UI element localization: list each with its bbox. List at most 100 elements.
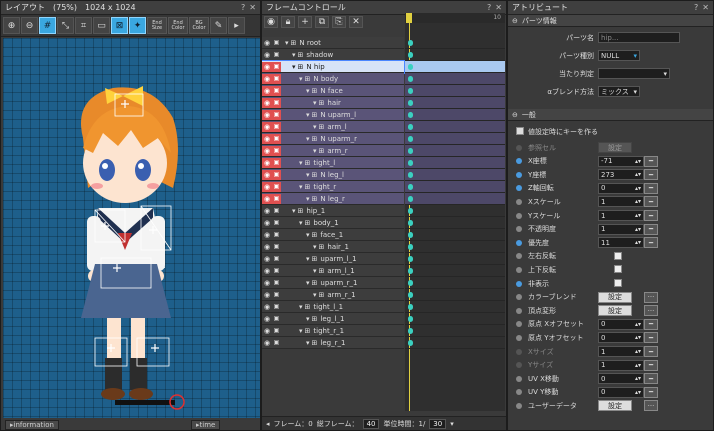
tree-row[interactable]: ◉ ▣ ▾ ⊞ arm_l bbox=[262, 121, 404, 133]
visibility-icon[interactable]: ◉ bbox=[262, 121, 272, 132]
lock-icon[interactable]: ▣ bbox=[272, 97, 281, 108]
paste-icon[interactable]: ⎘ bbox=[332, 16, 346, 28]
keyframe-row[interactable] bbox=[405, 337, 505, 349]
keyframe[interactable] bbox=[408, 256, 413, 262]
expand-icon[interactable]: ▾ bbox=[306, 111, 310, 119]
attr-spin-input[interactable]: 0 ▴▾ bbox=[598, 373, 644, 385]
keyframe[interactable] bbox=[408, 100, 413, 106]
auto-key-checkbox[interactable] bbox=[516, 127, 524, 135]
tree-row[interactable]: ◉ ▣ ▾ ⊞ leg_l_1 bbox=[262, 313, 404, 325]
key-dot-icon[interactable] bbox=[516, 239, 522, 246]
dropdown-arrow-icon[interactable]: ▾ bbox=[450, 420, 454, 428]
key-dot-icon[interactable] bbox=[516, 158, 522, 165]
keyframe[interactable] bbox=[408, 196, 413, 202]
more-button[interactable]: ··· bbox=[644, 305, 658, 317]
delete-icon[interactable]: ✕ bbox=[349, 16, 363, 28]
attr-spin-input[interactable]: 11 ▴▾ bbox=[598, 237, 644, 249]
visibility-icon[interactable]: ◉ bbox=[262, 278, 272, 288]
spinner-icon[interactable]: ▴▾ bbox=[635, 389, 641, 396]
lock-icon[interactable]: ▣ bbox=[272, 157, 281, 168]
visibility-icon[interactable]: ◉ bbox=[262, 181, 272, 192]
lock-icon[interactable]: 🔒︎ bbox=[281, 16, 295, 28]
general-section-header[interactable]: ⊖ 一般 bbox=[508, 109, 713, 121]
key-dot-icon[interactable] bbox=[516, 348, 522, 355]
expand-icon[interactable]: ▾ bbox=[313, 123, 317, 131]
more-icon[interactable]: ▸ bbox=[228, 17, 245, 34]
spinner-icon[interactable]: ▴▾ bbox=[635, 198, 641, 205]
keyframe[interactable] bbox=[408, 52, 413, 58]
lock-icon[interactable]: ▣ bbox=[272, 73, 281, 84]
expand-icon[interactable]: ▾ bbox=[299, 75, 303, 83]
expand-icon[interactable]: ▾ bbox=[292, 207, 296, 215]
curve-button[interactable]: ━ bbox=[644, 373, 658, 385]
visibility-icon[interactable]: ◉ bbox=[262, 242, 272, 252]
curve-button[interactable]: ━ bbox=[644, 386, 658, 398]
keyframe-row[interactable] bbox=[405, 265, 505, 277]
lock-icon[interactable]: ▣ bbox=[272, 193, 281, 204]
lock-icon[interactable]: ▣ bbox=[272, 133, 281, 144]
spinner-icon[interactable]: ▴▾ bbox=[635, 226, 641, 233]
tree-row[interactable]: ◉ ▣ ▾ ⊞ arm_l_1 bbox=[262, 265, 404, 277]
prev-arrow-icon[interactable]: ◂ bbox=[266, 420, 270, 428]
visibility-icon[interactable]: ◉ bbox=[262, 169, 272, 180]
attr-checkbox[interactable] bbox=[614, 251, 622, 260]
curve-button[interactable]: ━ bbox=[644, 223, 658, 235]
keyframe-row[interactable] bbox=[405, 205, 505, 217]
expand-icon[interactable]: ▾ bbox=[306, 195, 310, 203]
keyframe[interactable] bbox=[408, 40, 413, 46]
lock-icon[interactable]: ▣ bbox=[272, 85, 281, 96]
keyframe-row[interactable] bbox=[405, 229, 505, 241]
lock-icon[interactable]: ▣ bbox=[272, 61, 281, 72]
curve-button[interactable]: ━ bbox=[644, 359, 658, 371]
tree-row[interactable]: ◉ ▣ ▾ ⊞ tight_r bbox=[262, 181, 404, 193]
visibility-icon[interactable]: ◉ bbox=[262, 314, 272, 324]
layout-canvas[interactable] bbox=[3, 38, 260, 418]
more-button[interactable]: ··· bbox=[644, 291, 658, 303]
curve-button[interactable]: ━ bbox=[644, 346, 658, 357]
spinner-icon[interactable]: ▴▾ bbox=[635, 321, 641, 328]
help-icon[interactable]: ? bbox=[241, 3, 245, 12]
tree-row[interactable]: ◉ ▣ ▾ ⊞ N hip bbox=[262, 60, 405, 74]
keyframe-row[interactable] bbox=[405, 37, 505, 49]
expand-icon[interactable]: ▾ bbox=[306, 315, 310, 323]
visibility-icon[interactable]: ◉ bbox=[262, 326, 272, 336]
key-dot-icon[interactable] bbox=[516, 375, 522, 382]
bg-color-button[interactable]: BG Color bbox=[189, 17, 209, 34]
lock-icon[interactable]: ▣ bbox=[272, 121, 281, 132]
visibility-icon[interactable]: ◉ bbox=[262, 157, 272, 168]
keyframe[interactable] bbox=[408, 148, 413, 154]
visibility-icon[interactable]: ◉ bbox=[262, 230, 272, 240]
key-dot-icon[interactable] bbox=[516, 294, 522, 301]
key-dot-icon[interactable] bbox=[516, 198, 522, 205]
keyframe[interactable] bbox=[408, 160, 413, 166]
part-name-input[interactable]: hip... bbox=[598, 32, 680, 43]
lock-icon[interactable]: ▣ bbox=[272, 206, 281, 216]
key-dot-icon[interactable] bbox=[516, 402, 522, 409]
visibility-icon[interactable]: ◉ bbox=[262, 218, 272, 228]
keyframe-row[interactable] bbox=[405, 109, 505, 121]
expand-icon[interactable]: ▾ bbox=[299, 327, 303, 335]
keyframe-row[interactable] bbox=[405, 253, 505, 265]
visibility-icon[interactable]: ◉ bbox=[262, 38, 272, 48]
attr-set-button[interactable]: 設定 bbox=[598, 142, 632, 153]
visibility-icon[interactable]: ◉ bbox=[262, 290, 272, 300]
tree-row[interactable]: ◉ ▣ ▾ ⊞ N body bbox=[262, 73, 404, 85]
keyframe[interactable] bbox=[408, 124, 413, 130]
tree-row[interactable]: ◉ ▣ ▾ ⊞ arm_r bbox=[262, 145, 404, 157]
tree-row[interactable]: ◉ ▣ ▾ ⊞ N root bbox=[262, 37, 404, 49]
lock-icon[interactable]: ▣ bbox=[272, 169, 281, 180]
keyframe-row[interactable] bbox=[405, 169, 505, 181]
close-icon[interactable]: ✕ bbox=[249, 3, 256, 12]
lock-icon[interactable]: ▣ bbox=[272, 242, 281, 252]
spinner-icon[interactable]: ▴▾ bbox=[635, 185, 641, 192]
keyframe-grid[interactable] bbox=[405, 23, 505, 411]
tree-row[interactable]: ◉ ▣ ▾ ⊞ N leg_l bbox=[262, 169, 404, 181]
expand-icon[interactable]: ▾ bbox=[299, 159, 303, 167]
grid-toggle-icon[interactable]: # bbox=[39, 17, 56, 34]
end-color-button[interactable]: End Color bbox=[168, 17, 188, 34]
visibility-icon[interactable]: ◉ bbox=[262, 302, 272, 312]
more-button[interactable]: ··· bbox=[644, 400, 658, 412]
expand-icon[interactable]: ▾ bbox=[306, 171, 310, 179]
lock-icon[interactable]: ▣ bbox=[272, 266, 281, 276]
expand-icon[interactable]: ▾ bbox=[285, 39, 289, 47]
